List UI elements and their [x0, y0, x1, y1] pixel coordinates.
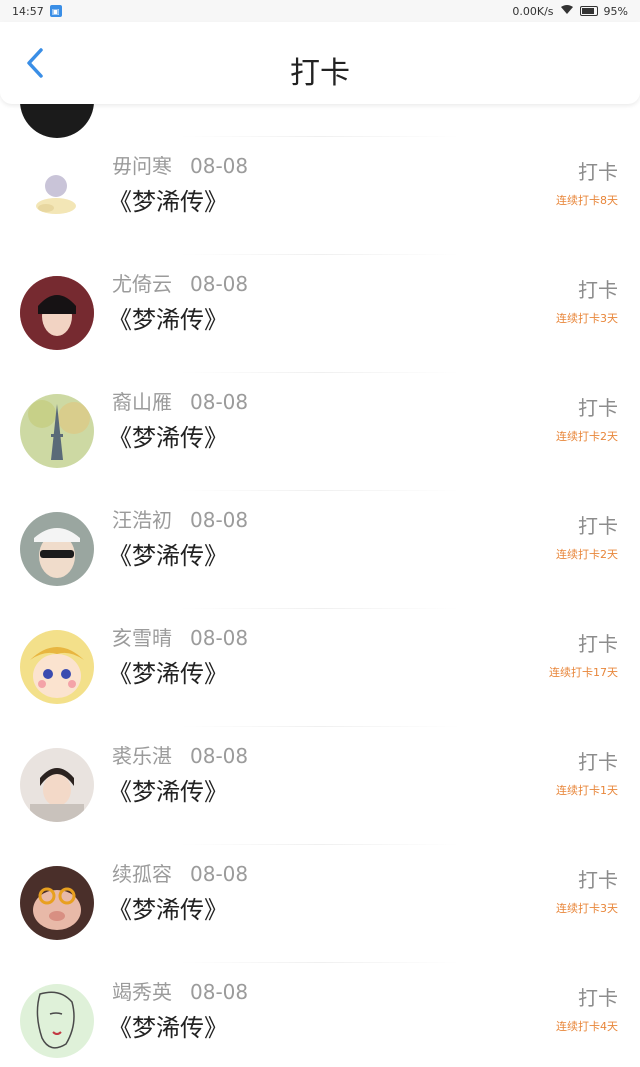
- checkin-date: 08-08: [190, 390, 249, 414]
- avatar[interactable]: [20, 158, 94, 232]
- list-item[interactable]: 亥雪晴 08-08 《梦浠传》 打卡 连续打卡17天: [0, 608, 640, 726]
- checkin-date: 08-08: [190, 508, 249, 532]
- streak-label: 连续打卡3天: [556, 312, 618, 325]
- list-item[interactable]: 汪浩初 08-08 《梦浠传》 打卡 连续打卡2天: [0, 490, 640, 608]
- book-title: 《梦浠传》: [108, 896, 228, 924]
- user-name: 毋问寒: [112, 154, 172, 178]
- network-speed: 0.00K/s: [512, 4, 554, 18]
- checkin-button[interactable]: 打卡: [578, 628, 618, 657]
- book-title: 《梦浠传》: [108, 306, 228, 334]
- checkin-date: 08-08: [190, 154, 249, 178]
- checkin-date: 08-08: [190, 626, 249, 650]
- battery-icon: [579, 6, 598, 16]
- list-item[interactable]: 竭秀英 08-08 《梦浠传》 打卡 连续打卡4天: [0, 962, 640, 1067]
- checkin-button[interactable]: 打卡: [578, 746, 618, 775]
- wifi-icon: [560, 4, 574, 18]
- streak-label: 连续打卡2天: [556, 548, 618, 561]
- user-name: 续孤容: [112, 862, 172, 886]
- list-item[interactable]: 裔山雁 08-08 《梦浠传》 打卡 连续打卡2天: [0, 372, 640, 490]
- streak-label: 连续打卡4天: [556, 1020, 618, 1033]
- checkin-button[interactable]: 打卡: [578, 392, 618, 421]
- checkin-button[interactable]: 打卡: [578, 510, 618, 539]
- checkin-date: 08-08: [190, 980, 249, 1004]
- avatar[interactable]: [20, 984, 94, 1058]
- avatar[interactable]: [20, 104, 94, 138]
- user-name: 尤倚云: [112, 272, 172, 296]
- book-title: 《梦浠传》: [108, 424, 228, 452]
- user-name: 竭秀英: [112, 980, 172, 1004]
- streak-label: 连续打卡8天: [556, 194, 618, 207]
- list-item[interactable]: 尤倚云 08-08 《梦浠传》 打卡 连续打卡3天: [0, 254, 640, 372]
- checkin-button[interactable]: 打卡: [578, 156, 618, 185]
- user-name: 裔山雁: [112, 390, 172, 414]
- page-title: 打卡: [290, 56, 350, 91]
- status-time: 14:57: [12, 4, 44, 18]
- avatar[interactable]: [20, 630, 94, 704]
- checkin-date: 08-08: [190, 744, 249, 768]
- checkin-date: 08-08: [190, 862, 249, 886]
- top-bar: 打卡: [0, 22, 640, 104]
- status-bar: 14:57 ▣ 0.00K/s 95%: [0, 0, 640, 22]
- battery-level: 95%: [603, 4, 628, 18]
- book-title: 《梦浠传》: [108, 778, 228, 806]
- book-title: 《梦浠传》: [108, 1014, 228, 1042]
- streak-label: 连续打卡1天: [556, 784, 618, 797]
- list-item[interactable]: 续孤容 08-08 《梦浠传》 打卡 连续打卡3天: [0, 844, 640, 962]
- streak-label: 连续打卡2天: [556, 430, 618, 443]
- avatar[interactable]: [20, 512, 94, 586]
- checkin-list[interactable]: 毋问寒 08-08 《梦浠传》 打卡 连续打卡8天 尤倚云 08-08 《梦浠传…: [0, 104, 640, 1067]
- app-notification-icon: ▣: [49, 5, 62, 17]
- book-title: 《梦浠传》: [108, 542, 228, 570]
- avatar[interactable]: [20, 394, 94, 468]
- checkin-button[interactable]: 打卡: [578, 982, 618, 1011]
- checkin-button[interactable]: 打卡: [578, 864, 618, 893]
- user-name: 裘乐湛: [112, 744, 172, 768]
- book-title: 《梦浠传》: [108, 660, 228, 688]
- user-name: 汪浩初: [112, 508, 172, 532]
- checkin-date: 08-08: [190, 272, 249, 296]
- avatar[interactable]: [20, 866, 94, 940]
- list-item[interactable]: 毋问寒 08-08 《梦浠传》 打卡 连续打卡8天: [0, 136, 640, 254]
- streak-label: 连续打卡17天: [549, 666, 618, 679]
- list-item[interactable]: 裘乐湛 08-08 《梦浠传》 打卡 连续打卡1天: [0, 726, 640, 844]
- checkin-button[interactable]: 打卡: [578, 274, 618, 303]
- avatar[interactable]: [20, 748, 94, 822]
- book-title: 《梦浠传》: [108, 188, 228, 216]
- streak-label: 连续打卡3天: [556, 902, 618, 915]
- avatar[interactable]: [20, 276, 94, 350]
- user-name: 亥雪晴: [112, 626, 172, 650]
